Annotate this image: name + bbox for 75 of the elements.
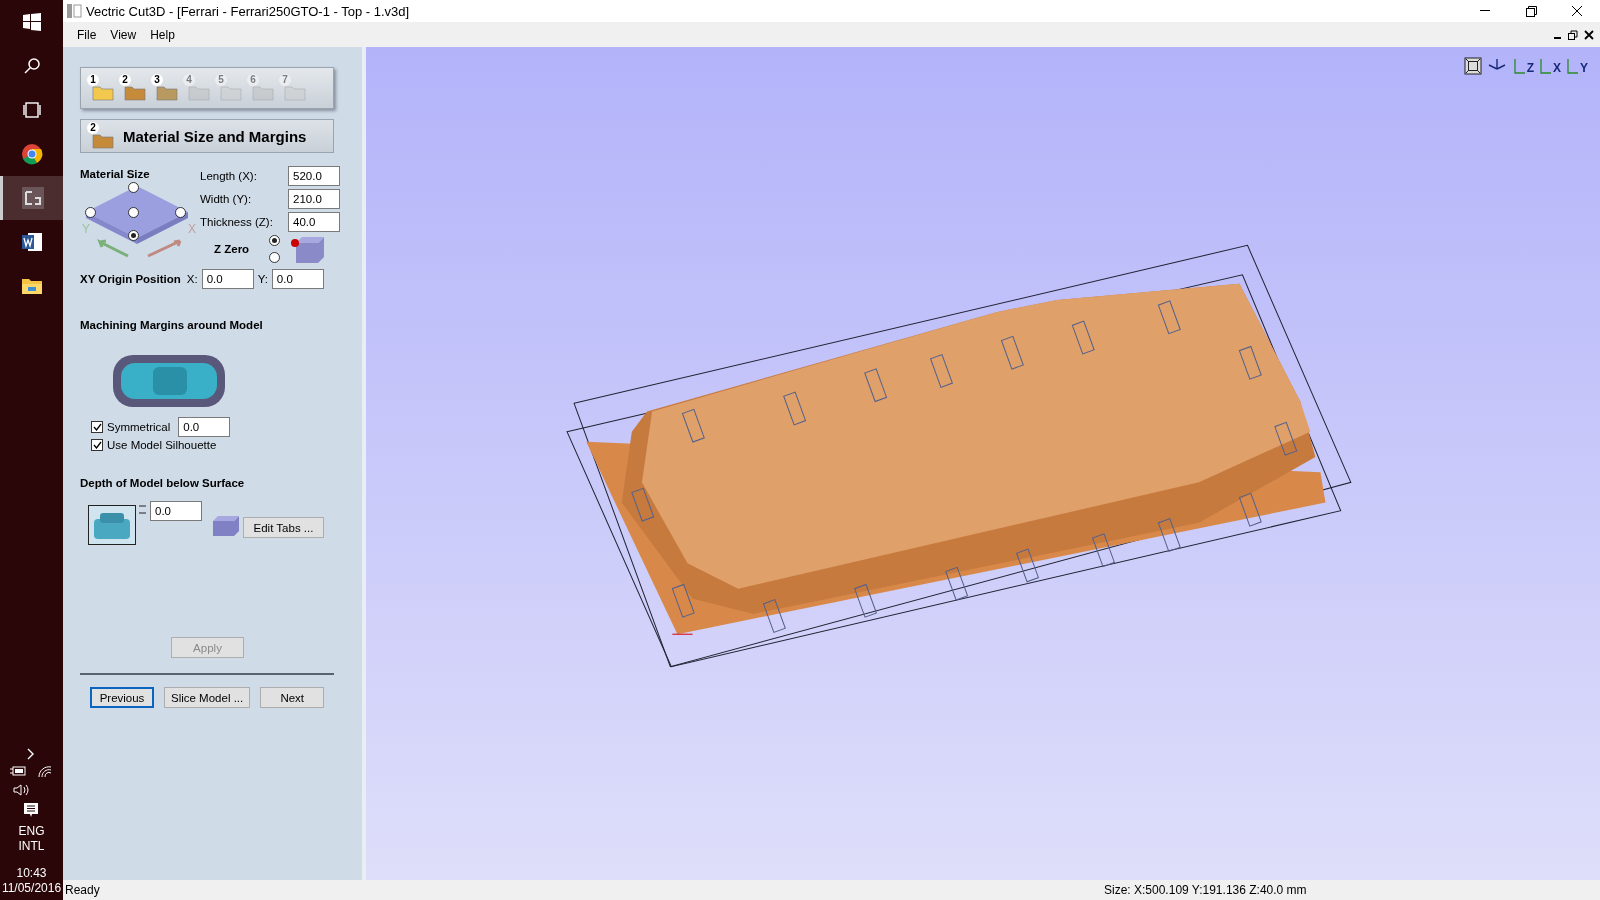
task-view-icon[interactable] (21, 102, 42, 118)
document-app-icon[interactable] (20, 231, 43, 253)
dimension-field[interactable]: 40.0 (288, 212, 340, 232)
axis-label: Y (82, 222, 90, 236)
dimension-field[interactable]: 520.0 (288, 166, 340, 186)
chevron-icon[interactable] (27, 748, 36, 760)
origin-radio[interactable] (128, 207, 139, 218)
language-indicator[interactable]: ENG INTL (18, 824, 45, 854)
restore-button[interactable] (1525, 5, 1537, 17)
speaker-icon[interactable] (12, 784, 31, 796)
axis-view-button[interactable]: Y (1565, 55, 1588, 75)
window-title: Vectric Cut3D - [Ferrari - Ferrari250GTO-1 - Top - 1.v3d] (86, 3, 410, 19)
origin-radio[interactable] (175, 207, 186, 218)
folder-icon[interactable] (20, 276, 43, 296)
section-heading: Material Size (80, 168, 151, 180)
field-label: X: (186, 273, 198, 285)
block-icon (288, 235, 327, 263)
field-label: Y: (257, 273, 268, 285)
status-size-text: Size: X:500.109 Y:191.136 Z:40.0 mm (1104, 883, 1308, 897)
zoom-fit-button[interactable] (1463, 57, 1482, 75)
step-button[interactable]: 2 (119, 74, 147, 102)
origin-radio[interactable] (128, 230, 139, 241)
nav-button[interactable]: Next (260, 687, 325, 708)
nav-button[interactable]: Previous (90, 687, 154, 708)
section-heading: Machining Margins around Model (80, 319, 264, 331)
close-button[interactable] (1584, 29, 1594, 40)
status-text: Ready (65, 883, 100, 897)
checkbox-label: Use Model Silhouette (107, 439, 217, 451)
checkbox-label: Symmetrical (107, 421, 171, 433)
axis-icon (1511, 57, 1526, 75)
edit-tabs-button[interactable]: Edit Tabs ... (243, 517, 324, 538)
depth-marker-icon (138, 505, 148, 515)
axis-icon (1565, 57, 1579, 75)
wifi-icon[interactable] (38, 766, 53, 778)
axis-view-button[interactable]: Z (1511, 55, 1534, 75)
field-label: Width (Y): (200, 193, 252, 205)
chrome-icon[interactable] (20, 143, 43, 165)
page-title: Material Size and Margins (123, 127, 307, 145)
restore-button[interactable] (1568, 29, 1578, 40)
margin-field[interactable]: 0.0 (178, 417, 231, 437)
axis-view-button[interactable]: X (1537, 55, 1561, 75)
step-button[interactable]: 3 (151, 74, 179, 102)
field-label: Z Zero (214, 243, 250, 255)
axis-icon (1537, 57, 1552, 75)
field-label: XY Origin Position (80, 273, 181, 285)
clock[interactable]: 10:43 11/05/2016 (1, 866, 62, 896)
battery-icon[interactable] (10, 766, 27, 776)
notification-icon[interactable] (23, 802, 40, 818)
menu-item[interactable]: View (104, 27, 143, 42)
origin-radio[interactable] (128, 182, 139, 193)
dimension-field[interactable]: 210.0 (288, 189, 340, 209)
menu-item[interactable]: File (71, 27, 103, 42)
nav-button[interactable]: Slice Model ... (164, 687, 251, 708)
block-icon (212, 515, 240, 537)
field-label: Thickness (Z): (200, 216, 273, 228)
silhouette-checkbox[interactable] (91, 439, 103, 451)
z-zero-radio[interactable] (269, 235, 281, 246)
close-button[interactable] (1571, 5, 1583, 17)
app-icon (66, 3, 82, 19)
axis-label: X (188, 222, 196, 236)
windows-start-icon[interactable] (22, 13, 41, 31)
menu-item[interactable]: Help (144, 27, 181, 42)
depth-field[interactable]: 0.0 (150, 501, 202, 521)
step-button[interactable]: 1 (87, 74, 115, 102)
origin-x-field[interactable]: 0.0 (201, 269, 254, 289)
origin-y-field[interactable]: 0.0 (271, 269, 324, 289)
app-icon[interactable] (21, 186, 45, 210)
car-front-drawing (88, 505, 136, 545)
field-label: Length (X): (200, 170, 257, 182)
symmetrical-checkbox[interactable] (91, 421, 103, 433)
minimize-button[interactable] (1480, 10, 1490, 12)
section-heading: Depth of Model below Surface (80, 477, 246, 489)
origin-radio[interactable] (85, 207, 96, 218)
z-zero-radio[interactable] (269, 252, 281, 263)
search-icon[interactable] (22, 57, 41, 75)
